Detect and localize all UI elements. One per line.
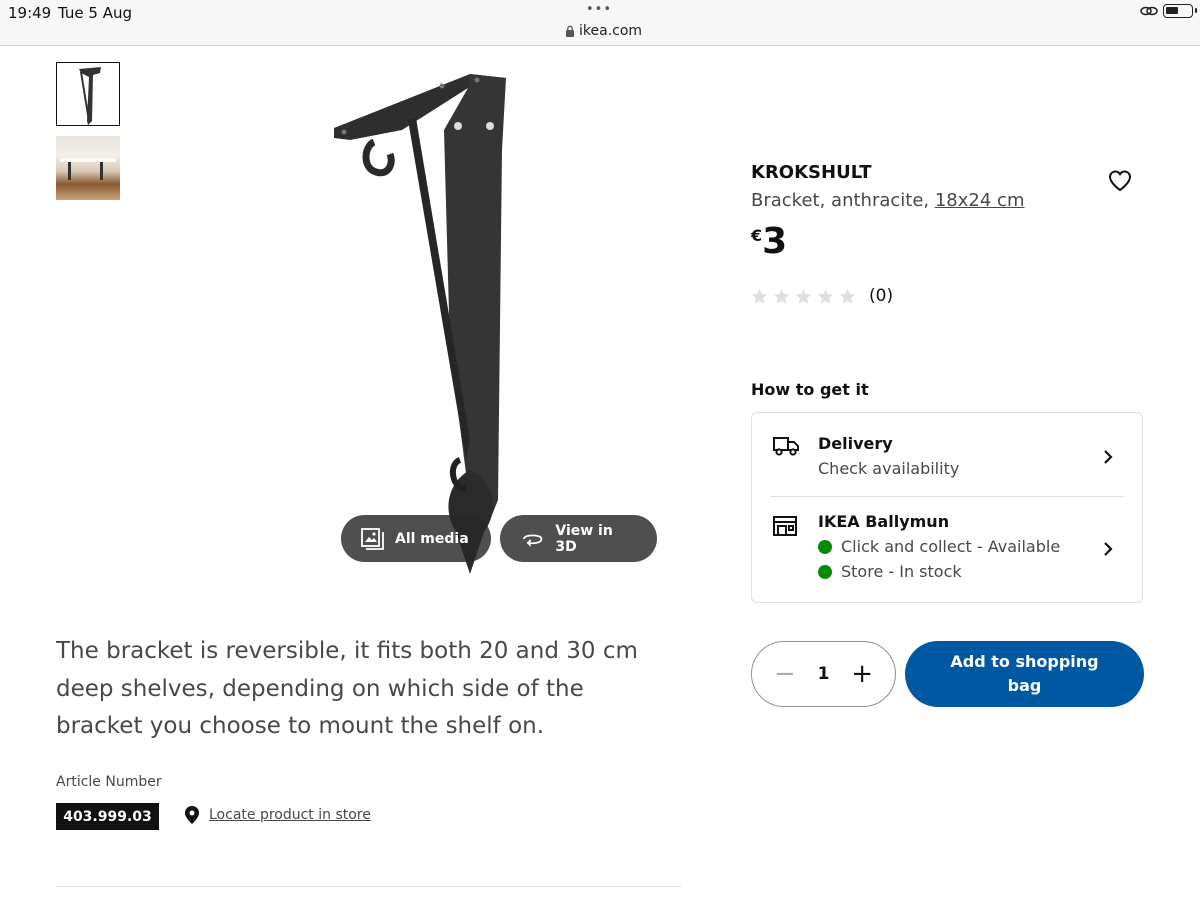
link-icon [1140, 6, 1158, 16]
product-subtitle: Bracket, anthracite, 18x24 cm [751, 190, 1024, 211]
chevron-right-icon [1104, 542, 1113, 556]
price-currency: € [751, 226, 763, 245]
product-description: The bracket is reversible, it fits both … [56, 638, 638, 739]
delivery-subtitle: Check availability [818, 459, 960, 478]
how-to-get-heading: How to get it [751, 380, 869, 399]
thumbnail-bracket[interactable] [56, 62, 120, 126]
store-title: IKEA Ballymun [818, 512, 950, 531]
in-stock-dot-icon [818, 564, 832, 579]
status-bar: 19:49 Tue 5 Aug ••• ikea.com [0, 0, 1200, 46]
url-text: ikea.com [579, 23, 643, 39]
star-icon [773, 288, 790, 304]
article-number-label: Article Number [56, 774, 162, 790]
all-media-label: All media [395, 530, 469, 547]
available-dot-icon [818, 539, 832, 554]
quantity-decrease-button[interactable]: − [774, 659, 796, 689]
view-3d-button[interactable]: View in 3D [500, 515, 657, 562]
product-size-link[interactable]: 18x24 cm [935, 190, 1025, 211]
rotate-3d-icon [523, 533, 543, 546]
locate-product-label: Locate product in store [209, 807, 371, 823]
store-stock-status: Store - In stock [818, 562, 962, 581]
article-number: 403.999.03 [56, 803, 159, 830]
lock-icon [566, 25, 574, 37]
divider [56, 886, 681, 887]
quantity-stepper[interactable]: − 1 + [751, 641, 896, 707]
product-type: Bracket, anthracite, [751, 190, 930, 211]
location-pin-icon [185, 806, 199, 824]
favourite-heart-icon[interactable] [1108, 170, 1132, 192]
product-image [334, 74, 506, 574]
rating-count: (0) [869, 286, 894, 306]
product-name: KROKSHULT [751, 162, 872, 183]
locate-product-link[interactable]: Locate product in store [185, 806, 371, 824]
truck-icon [773, 437, 799, 456]
store-option[interactable]: IKEA Ballymun Click and collect - Availa… [752, 497, 1142, 603]
all-media-button[interactable]: All media [341, 515, 491, 562]
gallery-icon [361, 527, 384, 550]
quantity-increase-button[interactable]: + [851, 659, 873, 689]
battery-icon [1163, 4, 1197, 18]
delivery-option[interactable]: Delivery Check availability [752, 413, 1142, 496]
address-bar[interactable]: ikea.com [565, 23, 642, 39]
status-date: Tue 5 Aug [58, 4, 132, 22]
add-to-bag-button[interactable]: Add to shopping bag [905, 641, 1144, 707]
multitask-dots-icon[interactable]: ••• [586, 2, 612, 17]
view-3d-label: View in 3D [555, 522, 613, 555]
star-icon [795, 288, 812, 304]
chevron-right-icon [1104, 450, 1113, 464]
click-collect-status: Click and collect - Available [818, 537, 1060, 556]
click-collect-text: Click and collect - Available [841, 537, 1061, 556]
star-icon [751, 288, 768, 304]
how-to-get-panel: Delivery Check availability IKEA Ballymu… [751, 412, 1143, 603]
delivery-title: Delivery [818, 434, 893, 453]
bracket-thumbnail-image [79, 67, 101, 125]
thumbnail-room[interactable] [56, 136, 120, 200]
store-stock-text: Store - In stock [841, 562, 962, 581]
product-price: €3 [751, 222, 787, 262]
star-icon [839, 288, 856, 304]
status-time: 19:49 [8, 4, 52, 22]
price-value: 3 [762, 221, 788, 262]
quantity-value: 1 [817, 664, 830, 684]
star-icon [817, 288, 834, 304]
product-rating[interactable]: (0) [751, 286, 893, 306]
store-icon [773, 516, 797, 536]
